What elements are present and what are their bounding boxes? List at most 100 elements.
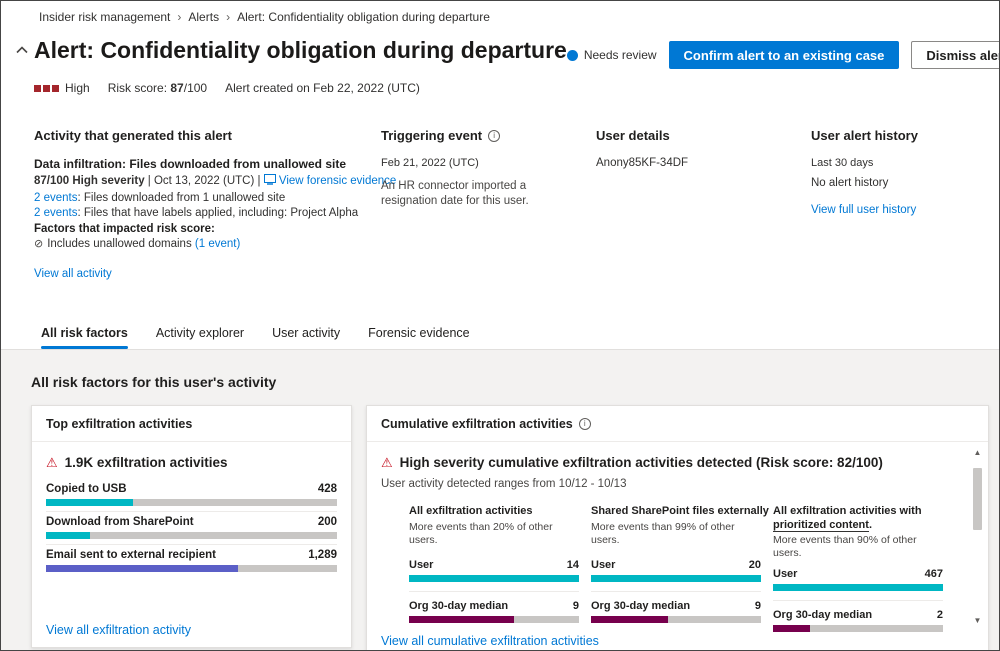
scroll-down-icon[interactable]: ▼ (974, 614, 982, 628)
view-full-user-history-link[interactable]: View full user history (811, 204, 916, 216)
info-icon-glyph: i (584, 419, 586, 428)
breadcrumb-item-current-alert: Alert: Confidentiality obligation during… (237, 10, 490, 24)
risk-score: Risk score: 87/100 (108, 81, 207, 95)
all-risk-factors-panel: All risk factors for this user's activit… (1, 349, 999, 651)
user-bar (773, 584, 943, 591)
triggering-event-description: An HR connector imported a resignation d… (381, 179, 573, 209)
user-value: 14 (567, 559, 579, 571)
cumulative-alert-line: ⚠ High severity cumulative exfiltration … (381, 455, 958, 472)
group-title-text: Shared SharePoint files externally (591, 505, 769, 517)
tab-activity-explorer[interactable]: Activity explorer (156, 326, 244, 349)
factor-event-count-link[interactable]: (1 event) (195, 238, 240, 250)
stat-separator (591, 591, 761, 592)
cumulative-card-header: Cumulative exfiltration activities i (367, 406, 988, 442)
risk-cards-row: Top exfiltration activities ⚠ 1.9K exfil… (1, 390, 999, 651)
user-stat-row: User467 (773, 568, 943, 580)
tab-all-risk-factors[interactable]: All risk factors (41, 326, 128, 349)
bar-fill (46, 499, 133, 506)
median-bar-fill (409, 616, 514, 623)
median-label: Org 30-day median (591, 600, 690, 612)
info-icon[interactable]: i (579, 418, 591, 430)
scrollbar-thumb[interactable] (973, 468, 982, 530)
alert-created-date: Alert created on Feb 22, 2022 (UTC) (225, 81, 420, 95)
confirm-alert-button[interactable]: Confirm alert to an existing case (669, 41, 900, 69)
median-bar-fill (591, 616, 668, 623)
cumulative-group-shared-sharepoint: Shared SharePoint files externally More … (591, 505, 761, 632)
breadcrumb-separator-icon: › (177, 10, 181, 24)
event2-description: : Files that have labels applied, includ… (77, 207, 358, 219)
breadcrumb-item-alerts[interactable]: Alerts (188, 10, 219, 24)
alert-history-status: No alert history (811, 177, 979, 189)
group-title-suffix: . (869, 519, 872, 531)
activity-score: 87/100 High severity (34, 175, 145, 187)
cumulative-group-prioritized-content: All exfiltration activities with priorit… (773, 505, 943, 632)
activity-score-meta: | Oct 13, 2022 (UTC) | (145, 175, 264, 187)
user-value: 467 (925, 568, 943, 580)
bar-track (46, 565, 337, 572)
bar-label: Copied to USB (46, 483, 127, 495)
alert-history-heading: User alert history (811, 128, 979, 143)
breadcrumb-separator-icon: › (226, 10, 230, 24)
user-value: 20 (749, 559, 761, 571)
user-bar-fill (773, 584, 943, 591)
top-exfiltration-card: Top exfiltration activities ⚠ 1.9K exfil… (31, 405, 352, 648)
user-details-heading: User details (596, 128, 811, 143)
status-label: Needs review (584, 48, 657, 62)
user-bar-fill (591, 575, 761, 582)
dismiss-alert-button[interactable]: Dismiss alert (911, 41, 1000, 69)
group-note: More events than 20% of other users. (409, 521, 579, 547)
group-title-text: All exfiltration activities (409, 505, 532, 517)
unallowed-domains-icon: ⊘ (34, 238, 43, 250)
median-stat-row: Org 30-day median9 (409, 600, 579, 612)
user-details-column: User details Anony85KF-34DF (596, 128, 811, 282)
breadcrumb-item-insider-risk-management[interactable]: Insider risk management (39, 10, 170, 24)
page-title: Alert: Confidentiality obligation during… (34, 37, 567, 65)
card-scrollbar[interactable]: ▲ ▼ (970, 446, 985, 628)
exfiltration-alert-text: 1.9K exfiltration activities (65, 455, 228, 470)
tab-forensic-evidence[interactable]: Forensic evidence (368, 326, 469, 349)
cumulative-groups: All exfiltration activities More events … (409, 505, 958, 632)
median-stat-row: Org 30-day median 9 (591, 600, 761, 612)
info-icon[interactable]: i (488, 130, 500, 142)
user-label: User (409, 559, 433, 571)
severity-high-icon (34, 85, 59, 92)
cumulative-group-all-activities: All exfiltration activities More events … (409, 505, 579, 632)
event1-count-link[interactable]: 2 events (34, 192, 77, 204)
factor-text: Includes unallowed domains (47, 238, 191, 250)
tab-user-activity[interactable]: User activity (272, 326, 340, 349)
median-value: 9 (755, 600, 761, 612)
forensic-evidence-icon (264, 174, 276, 191)
group-title: Shared SharePoint files externally (591, 505, 761, 519)
bar-label: Email sent to external recipient (46, 549, 216, 561)
median-bar (409, 616, 579, 623)
header-actions: Needs review Confirm alert to an existin… (567, 37, 1000, 69)
median-bar (773, 625, 943, 632)
stat-separator (773, 600, 943, 601)
event-line-2: 2 events: Files that have labels applied… (34, 206, 381, 222)
group-note: More events than 99% of other users. (591, 521, 761, 547)
median-value: 2 (937, 609, 943, 621)
cumulative-card-body: ⚠ High severity cumulative exfiltration … (367, 442, 988, 633)
warning-icon: ⚠ (46, 455, 58, 472)
view-all-exfiltration-activity-link[interactable]: View all exfiltration activity (46, 623, 191, 637)
activity-range-subtitle: User activity detected ranges from 10/12… (381, 478, 958, 490)
event2-count-link[interactable]: 2 events (34, 207, 77, 219)
activity-severity-line: 87/100 High severity | Oct 13, 2022 (UTC… (34, 174, 381, 191)
view-all-cumulative-exfiltration-link[interactable]: View all cumulative exfiltration activit… (381, 634, 599, 648)
risk-section-heading: All risk factors for this user's activit… (1, 350, 999, 390)
bar-value: 200 (318, 516, 337, 528)
top-exfiltration-card-title: Top exfiltration activities (32, 406, 351, 442)
median-bar (591, 616, 761, 623)
view-all-activity-link[interactable]: View all activity (34, 268, 112, 280)
scrollbar-track[interactable] (970, 460, 985, 614)
bar-track (46, 532, 337, 539)
alert-details-section: Activity that generated this alert Data … (1, 95, 999, 282)
triggering-event-column: Triggering eventi Feb 21, 2022 (UTC) An … (381, 128, 596, 282)
risk-score-label: Risk score: (108, 81, 167, 95)
bar-fill (46, 532, 90, 539)
view-forensic-evidence-link[interactable]: View forensic evidence (279, 175, 396, 187)
stat-separator (409, 591, 579, 592)
scroll-up-icon[interactable]: ▲ (974, 446, 982, 460)
collapse-chevron-icon[interactable] (9, 37, 34, 54)
user-stat-row: User 14 (409, 559, 579, 571)
